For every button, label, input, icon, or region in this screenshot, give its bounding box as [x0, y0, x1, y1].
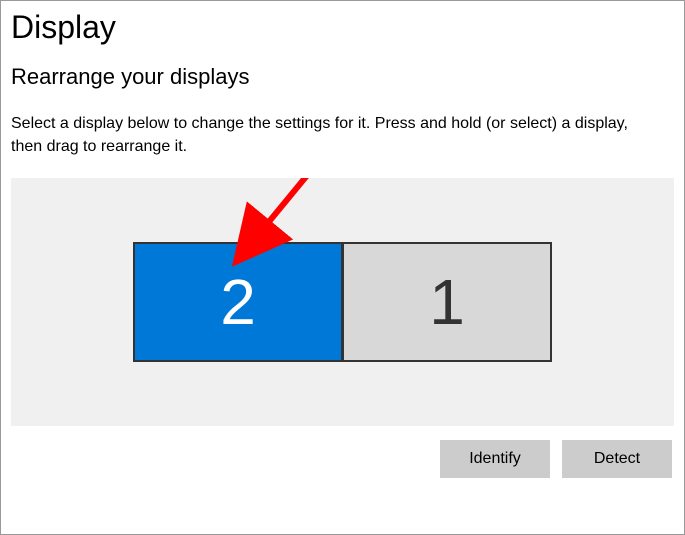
section-title: Rearrange your displays [11, 64, 674, 90]
monitor-2-label: 2 [220, 265, 256, 339]
monitor-1-label: 1 [429, 265, 465, 339]
monitor-1[interactable]: 1 [342, 242, 552, 362]
monitor-2[interactable]: 2 [133, 242, 343, 362]
display-preview-area: 2 1 [11, 178, 674, 426]
detect-button[interactable]: Detect [562, 440, 672, 478]
monitors-container: 2 1 [133, 242, 552, 362]
page-title: Display [11, 9, 674, 46]
identify-button[interactable]: Identify [440, 440, 550, 478]
description-text: Select a display below to change the set… [11, 112, 661, 158]
button-row: Identify Detect [11, 440, 674, 478]
